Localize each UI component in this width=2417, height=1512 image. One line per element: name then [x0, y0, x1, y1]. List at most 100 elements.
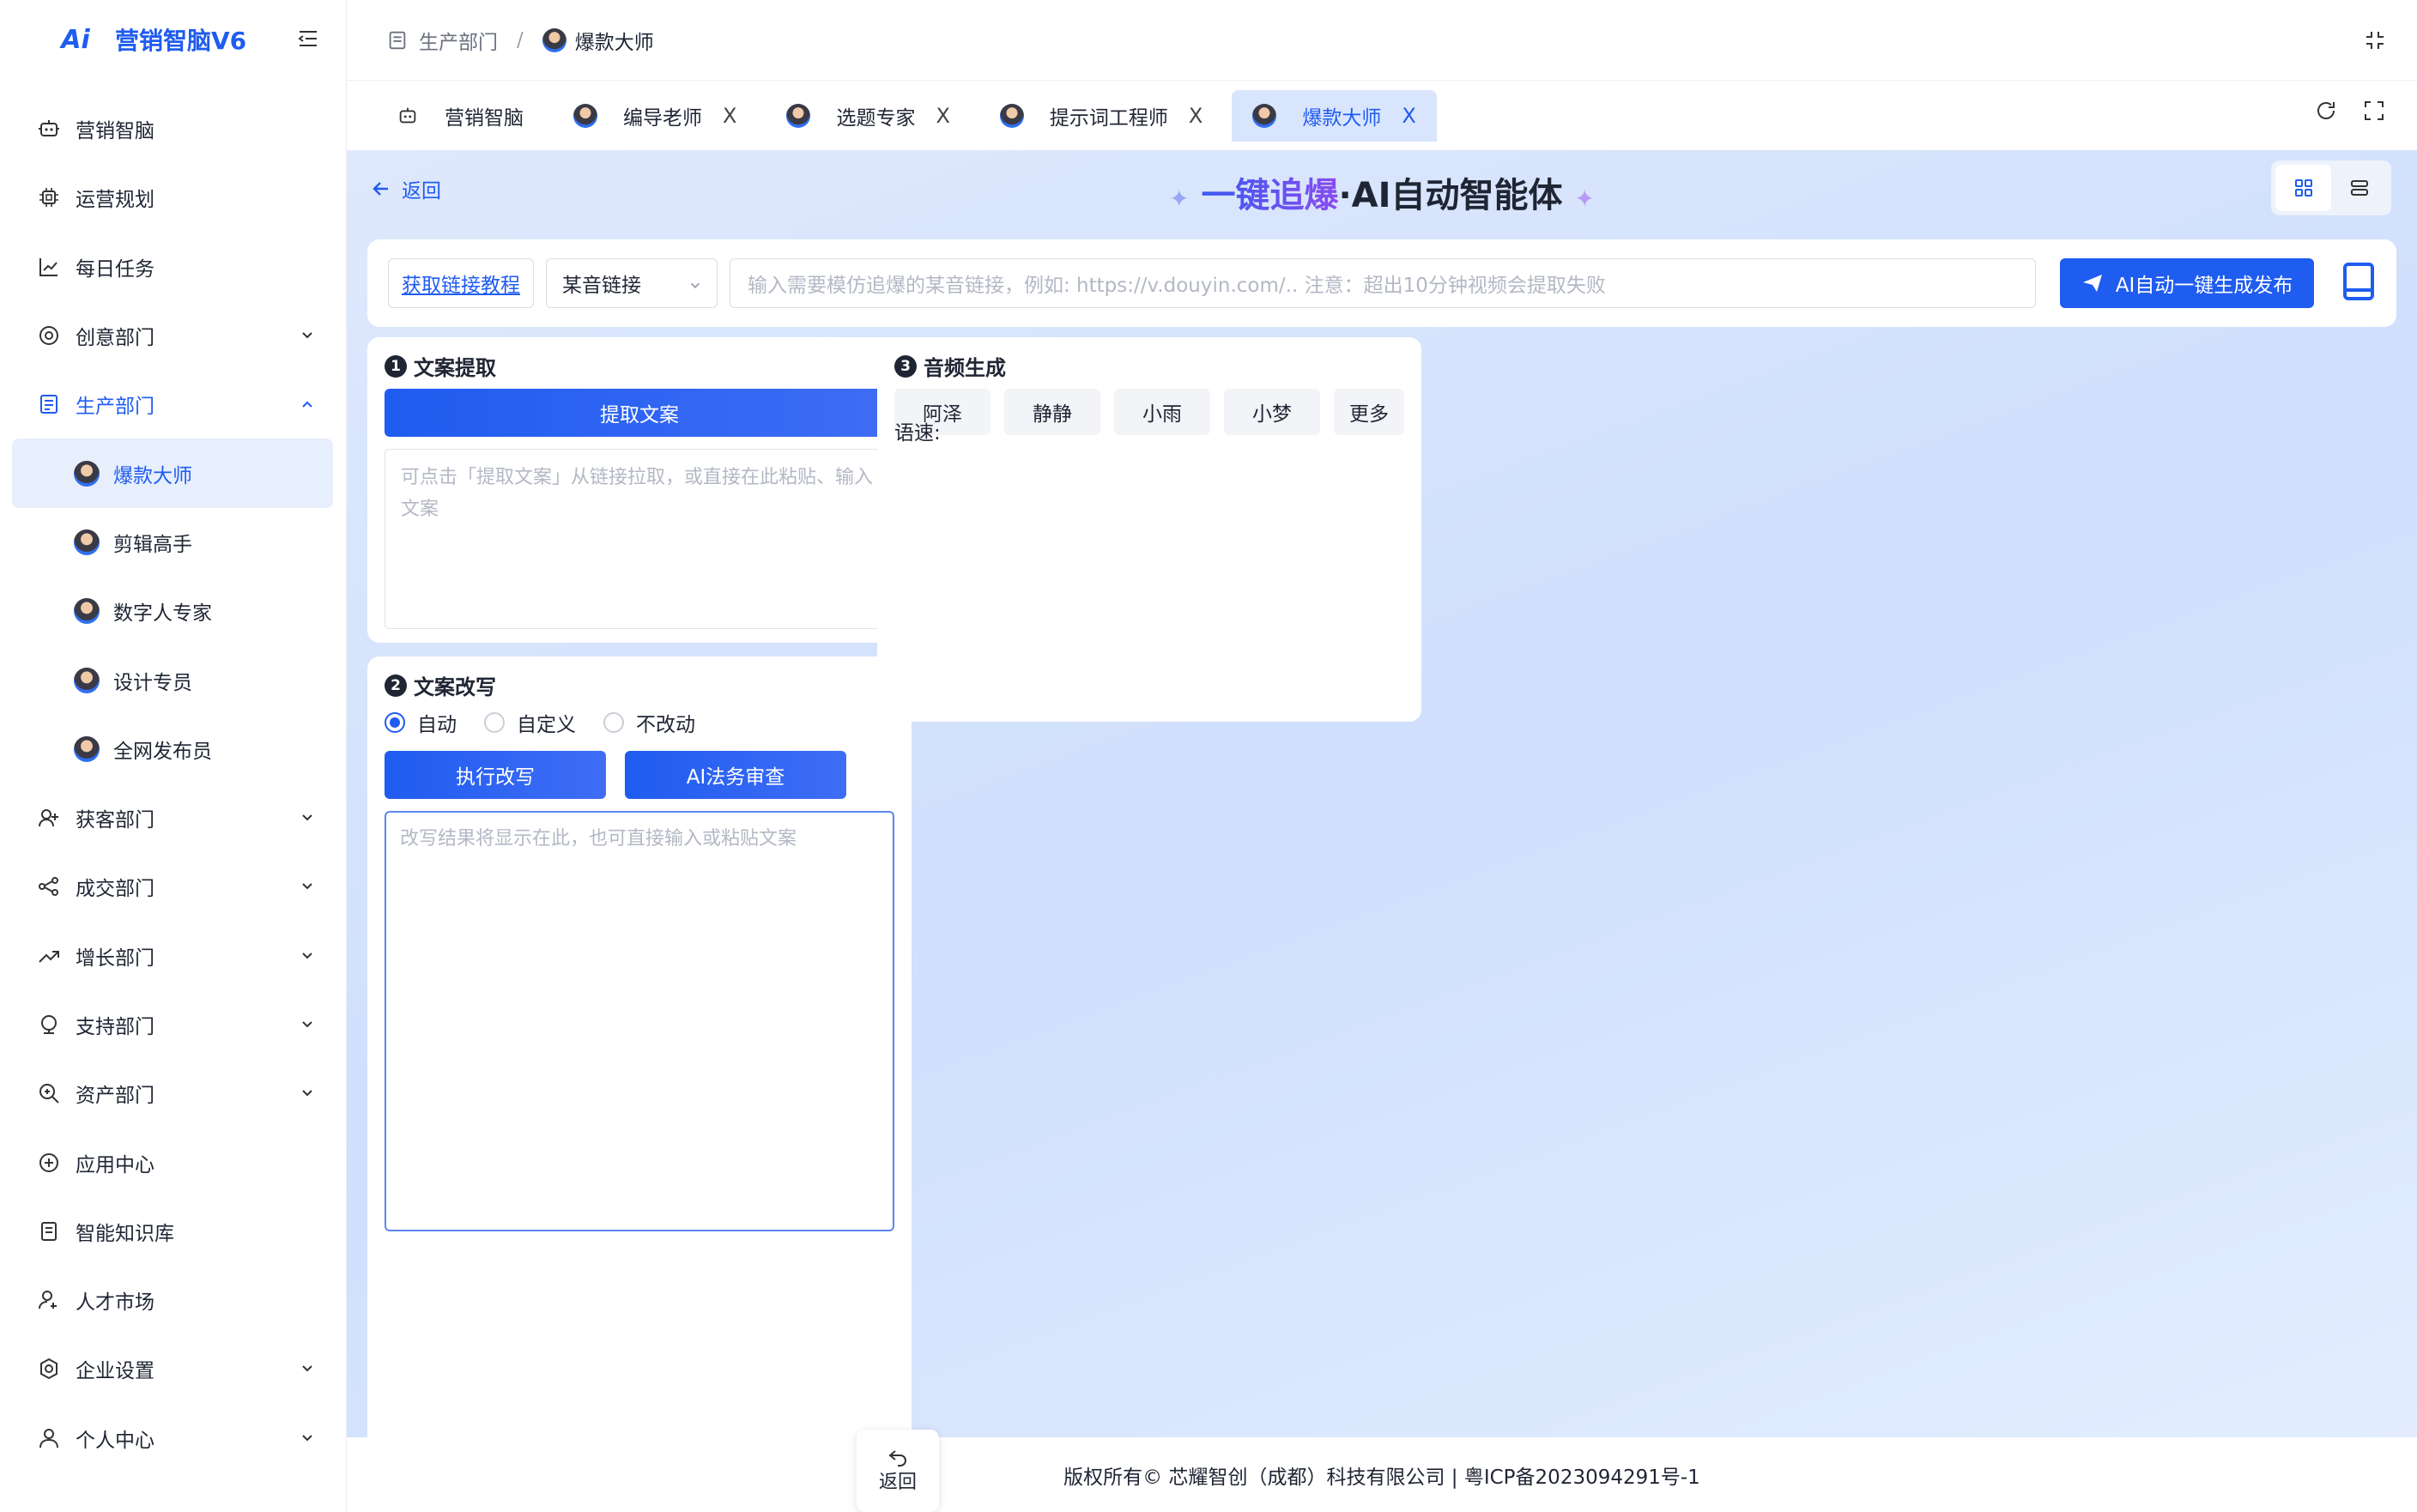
sidebar-item-growth[interactable]: 增长部门 — [12, 922, 333, 990]
sidebar-item-acquisition[interactable]: 获客部门 — [12, 783, 333, 852]
tab-prompt-engineer[interactable]: 提示词工程师 X — [979, 90, 1223, 142]
sidebar-item-label: 创意部门 — [76, 327, 154, 350]
close-icon[interactable]: X — [1189, 104, 1202, 128]
link-bar: 获取链接教程 某音链接 输入需要模仿追爆的某音链接，例如: https://v.… — [367, 239, 2396, 327]
auto-generate-button[interactable]: AI自动一键生成发布 — [2060, 258, 2314, 308]
sidebar-item-creative[interactable]: 创意部门 — [12, 301, 333, 370]
platform-select[interactable]: 某音链接 — [546, 258, 718, 308]
sidebar-item-support[interactable]: 支持部门 — [12, 990, 333, 1059]
collapse-sidebar-icon[interactable] — [297, 27, 319, 50]
step-number: 1 — [385, 354, 407, 378]
sidebar-item-talent[interactable]: 人才市场 — [12, 1266, 333, 1334]
avatar — [74, 735, 100, 762]
avatar — [999, 104, 1024, 128]
page-title: ✦ 一键追爆·AI自动智能体 ✦ — [347, 167, 2417, 217]
sidebar-item-label: 每日任务 — [76, 257, 154, 281]
view-toggle[interactable] — [2271, 160, 2391, 215]
main-content: 返回 ✦ 一键追爆·AI自动智能体 ✦ 获取链接教程 某音链接 输入需要模仿追爆… — [347, 150, 2417, 1512]
radio-no-change[interactable] — [603, 712, 624, 733]
sidebar-item-label: 营销智脑 — [76, 120, 154, 143]
user-plus-icon — [36, 805, 62, 831]
step-title-label: 文案改写 — [414, 675, 496, 699]
sidebar-item-publisher[interactable]: 全网发布员 — [12, 715, 333, 783]
sidebar-item-editor[interactable]: 剪辑高手 — [12, 508, 333, 577]
refresh-icon[interactable] — [2314, 99, 2338, 123]
tab-label: 营销智脑 — [445, 107, 524, 130]
sidebar-item-operations[interactable]: 运营规划 — [12, 163, 333, 232]
tab-label: 编导老师 — [623, 107, 702, 130]
sidebar-item-app-center[interactable]: 应用中心 — [12, 1128, 333, 1196]
guide-book-icon[interactable] — [2341, 262, 2376, 301]
breadcrumb-parent[interactable]: 生产部门 — [419, 26, 498, 55]
voice-xiaomeng[interactable]: 小梦 — [1224, 389, 1320, 435]
footer: 版权所有© 芯耀智创（成都）科技有限公司 | 粤ICP备2023094291号-… — [347, 1437, 2417, 1512]
sidebar-item-label: 人才市场 — [76, 1291, 154, 1315]
share-icon — [36, 874, 62, 899]
sidebar-item-deals[interactable]: 成交部门 — [12, 852, 333, 921]
avatar — [74, 460, 100, 487]
sidebar-item-digital-human[interactable]: 数字人专家 — [12, 577, 333, 645]
robot-icon — [36, 116, 62, 142]
chevron-down-icon — [299, 1360, 316, 1377]
creative-icon — [36, 323, 62, 348]
sidebar-item-label: 企业设置 — [76, 1360, 154, 1383]
fullscreen-exit-icon[interactable] — [2364, 29, 2386, 51]
chevron-down-icon — [299, 809, 316, 826]
sidebar-item-label: 获客部门 — [76, 809, 154, 832]
settings-icon — [36, 1356, 62, 1382]
sidebar-item-daily-tasks[interactable]: 每日任务 — [12, 233, 333, 301]
tab-viral-master[interactable]: 爆款大师 X — [1232, 90, 1437, 142]
sidebar-item-knowledge[interactable]: 智能知识库 — [12, 1197, 333, 1266]
sidebar-item-assets[interactable]: 资产部门 — [12, 1059, 333, 1128]
close-icon[interactable]: X — [1402, 104, 1415, 128]
grid-view-icon[interactable] — [2275, 165, 2331, 211]
sidebar-item-personal[interactable]: 个人中心 — [12, 1404, 333, 1473]
sidebar-item-enterprise-settings[interactable]: 企业设置 — [12, 1334, 333, 1403]
radio-auto[interactable] — [385, 712, 405, 733]
asset-icon — [36, 1080, 62, 1106]
sidebar-item-label: 智能知识库 — [76, 1222, 174, 1245]
chevron-down-icon — [688, 278, 703, 293]
chevron-down-icon — [299, 1016, 316, 1033]
rewrite-button[interactable]: 执行改写 — [385, 751, 606, 799]
extract-copy-button[interactable]: 提取文案 — [385, 389, 894, 437]
production-icon — [386, 29, 409, 51]
avatar — [786, 104, 811, 128]
step3-card: 3 音频生成 阿泽 静静 小雨 小梦 更多 语速: — [877, 337, 1421, 722]
tab-label: 爆款大师 — [1302, 107, 1382, 130]
send-icon — [2081, 272, 2116, 294]
title-highlight: 一键追爆 — [1201, 176, 1339, 215]
fullscreen-icon[interactable] — [2362, 99, 2386, 123]
source-copy-textarea[interactable]: 可点击「提取文案」从链接拉取，或直接在此粘贴、输入文案 — [385, 449, 894, 629]
breadcrumb-current: 爆款大师 — [574, 31, 654, 54]
radio-label: 自定义 — [517, 714, 576, 736]
close-icon[interactable]: X — [936, 104, 949, 128]
tab-director[interactable]: 编导老师 X — [553, 90, 757, 142]
sidebar-item-label: 个人中心 — [76, 1429, 154, 1452]
tab-marketing-brain[interactable]: 营销智脑 — [376, 90, 544, 142]
radio-custom[interactable] — [484, 712, 505, 733]
breadcrumb-separator: / — [517, 28, 524, 51]
floating-back-label: 返回 — [878, 1472, 917, 1493]
step-title-label: 音频生成 — [924, 356, 1006, 380]
legal-review-button[interactable]: AI法务审查 — [625, 751, 846, 799]
voice-more-button[interactable]: 更多 — [1334, 389, 1404, 435]
close-icon[interactable]: X — [723, 104, 736, 128]
sidebar-item-designer[interactable]: 设计专员 — [12, 645, 333, 714]
tutorial-link[interactable]: 获取链接教程 — [388, 258, 534, 308]
sidebar-item-production[interactable]: 生产部门 — [12, 370, 333, 438]
voice-xiaoyu[interactable]: 小雨 — [1114, 389, 1210, 435]
sidebar-item-label: 增长部门 — [76, 947, 154, 970]
list-view-icon[interactable] — [2331, 165, 2387, 211]
app-logo[interactable]: Ai 营销智脑V6 — [53, 21, 246, 58]
floating-back-button[interactable]: 返回 — [857, 1430, 939, 1512]
tab-topic-expert[interactable]: 选题专家 X — [766, 90, 970, 142]
chevron-down-icon — [299, 1430, 316, 1447]
sidebar-item-viral-master[interactable]: 爆款大师 — [12, 438, 333, 508]
top-bar: 生产部门 / 爆款大师 — [347, 0, 2417, 81]
sidebar-item-marketing-brain[interactable]: 营销智脑 — [12, 94, 333, 163]
url-input[interactable]: 输入需要模仿追爆的某音链接，例如: https://v.douyin.com/.… — [730, 258, 2036, 308]
platform-value: 某音链接 — [562, 275, 641, 297]
voice-jingjing[interactable]: 静静 — [1004, 389, 1100, 435]
trend-icon — [36, 254, 62, 280]
